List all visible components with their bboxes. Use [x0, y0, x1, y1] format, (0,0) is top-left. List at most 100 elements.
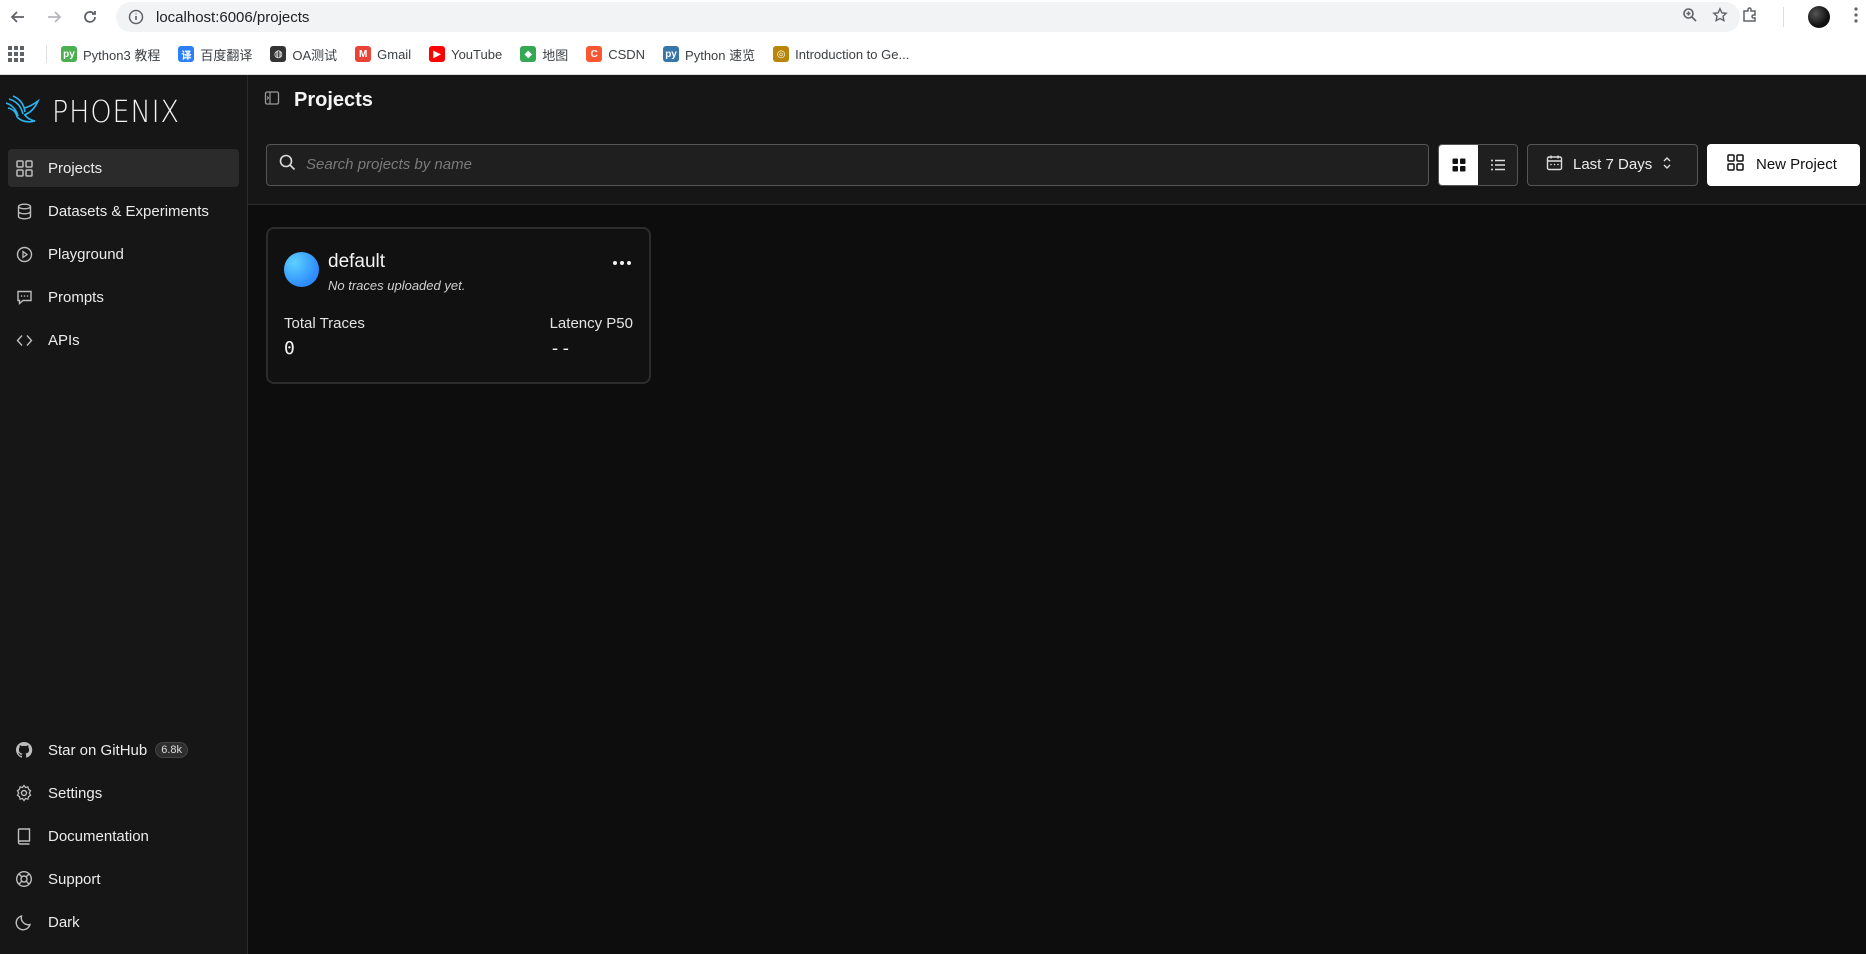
- sidebar-item-projects[interactable]: Projects: [8, 149, 239, 187]
- list-view-button[interactable]: [1478, 144, 1517, 185]
- sidebar-item-label: Prompts: [48, 288, 104, 306]
- time-range-label: Last 7 Days: [1573, 156, 1653, 173]
- message-icon: [14, 287, 34, 307]
- project-status: No traces uploaded yet.: [328, 278, 466, 293]
- sidebar-item-prompts[interactable]: Prompts: [8, 278, 239, 316]
- bookmark-item[interactable]: C CSDN: [586, 46, 645, 62]
- bookmark-item[interactable]: M Gmail: [355, 46, 411, 62]
- list-view-icon: [1490, 159, 1505, 170]
- sidebar-nav: Projects Datasets & Experiments Playgrou…: [0, 149, 247, 359]
- github-label: Star on GitHub: [48, 741, 148, 759]
- sidebar-item-label: Projects: [48, 159, 103, 177]
- sidebar-item-label: Documentation: [48, 827, 149, 845]
- projects-toolbar: Last 7 Days New Project: [248, 125, 1866, 205]
- sidebar-item-playground[interactable]: Playground: [8, 235, 239, 273]
- sidebar-toggle-icon[interactable]: [264, 90, 280, 110]
- sidebar-item-label: Settings: [48, 784, 103, 802]
- sidebar-item-apis[interactable]: APIs: [8, 321, 239, 359]
- grid-icon: [14, 158, 34, 178]
- code-icon: [14, 330, 34, 350]
- bookmark-favicon-icon: 译: [178, 46, 195, 62]
- brand[interactable]: PHOENIX: [0, 75, 247, 149]
- stat-value: 0: [284, 338, 295, 359]
- sidebar-item-support[interactable]: Support: [8, 860, 239, 898]
- menu-kebab-icon[interactable]: [1854, 7, 1858, 27]
- star-icon[interactable]: [1712, 7, 1728, 27]
- sidebar-item-label: Support: [48, 870, 101, 888]
- bookmark-favicon-icon: ◆: [520, 46, 537, 62]
- bookmark-item[interactable]: ◆ 地图: [520, 45, 568, 64]
- sidebar-item-label: Playground: [48, 245, 124, 263]
- profile-avatar[interactable]: [1808, 6, 1830, 28]
- new-project-button[interactable]: New Project: [1707, 143, 1860, 186]
- phoenix-logo-icon: [5, 95, 40, 123]
- sidebar-item-datasets[interactable]: Datasets & Experiments: [8, 192, 239, 230]
- bookmark-favicon-icon: ▶: [429, 46, 446, 62]
- calendar-icon: [1546, 154, 1563, 175]
- total-traces-stat: Total Traces 0: [284, 315, 365, 359]
- bookmark-item[interactable]: ◍ OA测试: [270, 45, 337, 64]
- bookmark-favicon-icon: py: [663, 46, 680, 62]
- reload-button[interactable]: [72, 0, 108, 34]
- bookmark-label: 百度翻译: [200, 47, 253, 63]
- back-button[interactable]: [0, 0, 36, 34]
- chevron-updown-icon: [1662, 156, 1672, 174]
- sidebar-item-documentation[interactable]: Documentation: [8, 817, 239, 855]
- grid-view-button[interactable]: [1439, 144, 1478, 185]
- star-on-github-link[interactable]: Star on GitHub 6.8k: [8, 731, 239, 769]
- gear-icon: [14, 783, 34, 803]
- apps-icon[interactable]: [8, 46, 24, 62]
- bookmark-item[interactable]: py Python3 教程: [61, 45, 160, 64]
- github-icon: [14, 740, 34, 760]
- project-avatar: [284, 252, 319, 287]
- more-options-icon[interactable]: [611, 255, 633, 271]
- bookmark-label: Gmail: [377, 46, 412, 62]
- project-card[interactable]: default No traces uploaded yet. Total Tr…: [266, 227, 651, 384]
- bookmark-label: CSDN: [608, 46, 646, 62]
- bookmark-label: YouTube: [451, 46, 503, 62]
- grid-plus-icon: [1727, 154, 1744, 175]
- bookmark-item[interactable]: 译百度翻译: [178, 45, 252, 64]
- bookmarks-bar: py Python3 教程 译百度翻译 ◍ OA测试 M Gmail ▶ YouTube ◆ 地图 C…: [0, 34, 1866, 75]
- bookmark-favicon-icon: py: [61, 46, 77, 62]
- sidebar-item-label: Dark: [48, 913, 80, 931]
- bookmark-label: Introduction to Ge...: [795, 46, 910, 62]
- bookmark-favicon-icon: M: [355, 46, 372, 62]
- search-box[interactable]: [266, 143, 1429, 186]
- bookmark-item[interactable]: ◎ Introduction to Ge...: [773, 46, 909, 62]
- reload-icon: [84, 11, 96, 23]
- lifebuoy-icon: [14, 869, 34, 889]
- github-star-count: 6.8k: [155, 742, 189, 758]
- grid-view-icon: [1452, 158, 1465, 171]
- zoom-icon[interactable]: [1682, 7, 1698, 27]
- brand-name: PHOENIX: [52, 94, 180, 130]
- view-toggle: [1438, 143, 1518, 186]
- sidebar-item-label: Datasets & Experiments: [48, 202, 209, 220]
- book-icon: [14, 826, 34, 846]
- bookmark-favicon-icon: C: [586, 46, 603, 62]
- bookmark-label: Python 速览: [685, 47, 756, 63]
- stat-label: Latency P50: [549, 315, 633, 332]
- time-range-selector[interactable]: Last 7 Days: [1527, 143, 1698, 186]
- address-bar[interactable]: localhost:6006/projects: [116, 2, 1740, 32]
- bookmark-item[interactable]: ▶ YouTube: [429, 46, 502, 62]
- database-icon: [14, 201, 34, 221]
- arrow-right-icon: [48, 11, 62, 23]
- project-name: default: [328, 251, 386, 272]
- theme-toggle[interactable]: Dark: [8, 903, 239, 941]
- arrow-left-icon: [10, 11, 24, 23]
- new-project-label: New Project: [1756, 156, 1837, 173]
- forward-button[interactable]: [36, 0, 72, 34]
- url-text: localhost:6006/projects: [156, 8, 310, 26]
- extensions-icon[interactable]: [1741, 6, 1759, 28]
- main-content: Projects Last 7 Day: [248, 75, 1866, 954]
- bookmark-item[interactable]: py Python 速览: [663, 45, 755, 64]
- latency-stat: Latency P50 --: [550, 315, 633, 359]
- info-icon[interactable]: [128, 9, 144, 25]
- sidebar: PHOENIX Projects Datasets & Experiments …: [0, 75, 248, 954]
- sidebar-item-settings[interactable]: Settings: [8, 774, 239, 812]
- page-title: Projects: [294, 88, 373, 111]
- search-input[interactable]: [306, 156, 1428, 173]
- bookmark-favicon-icon: ◍: [270, 46, 287, 62]
- bookmark-label: 地图: [542, 47, 569, 63]
